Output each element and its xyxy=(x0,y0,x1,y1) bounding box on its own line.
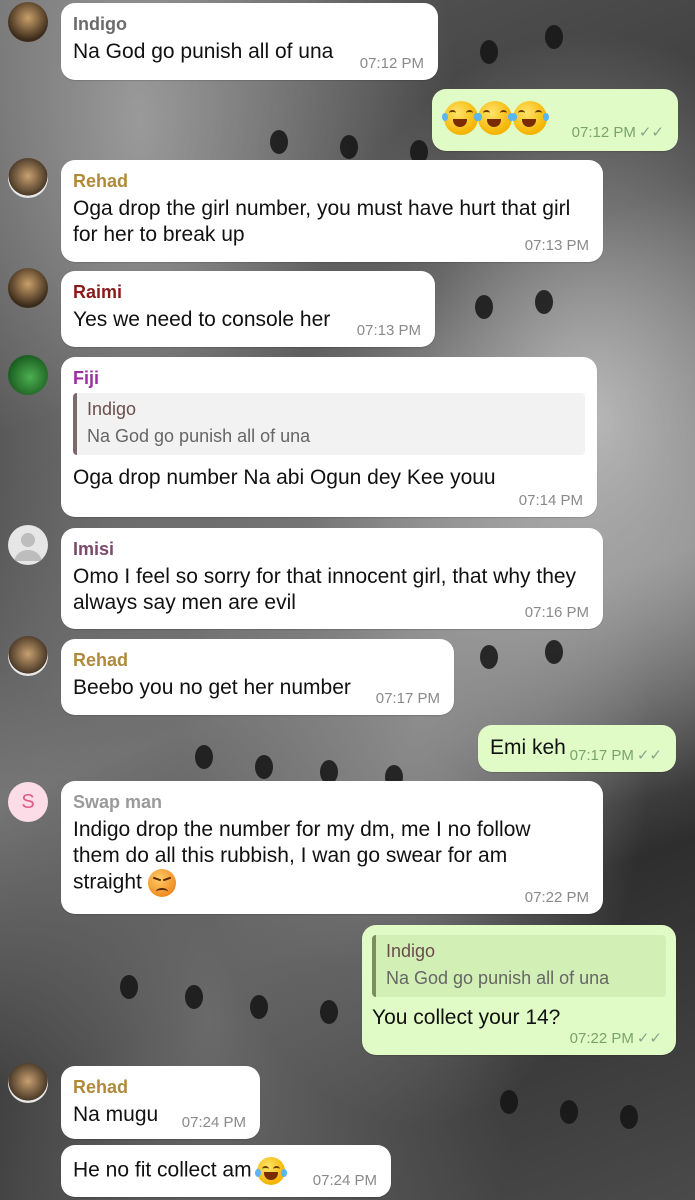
sender-name: Indigo xyxy=(73,14,127,34)
message-time: 07:22 PM xyxy=(524,889,589,906)
laughing-emoji-icon xyxy=(510,101,549,135)
sender-name: Rehad xyxy=(73,1077,129,1097)
sender-name: Swap man xyxy=(73,792,163,812)
message-text: Indigo drop the number for my dm, me I n… xyxy=(73,817,573,897)
quoted-message[interactable]: Indigo Na God go punish all of una xyxy=(73,393,585,455)
default-avatar-icon xyxy=(14,533,42,561)
read-ticks-icon: ✓✓ xyxy=(636,1030,662,1047)
avatar[interactable] xyxy=(8,158,48,198)
message-text: You collect your 14? xyxy=(372,1006,561,1029)
message-text: Oga drop the girl number, you must have … xyxy=(73,197,571,246)
message-text: Emi keh xyxy=(490,736,566,759)
avatar-letter: S xyxy=(21,790,35,813)
avatar[interactable] xyxy=(8,525,48,565)
avatar[interactable] xyxy=(8,355,48,395)
quoted-text: Na God go punish all of una xyxy=(386,968,610,988)
avatar[interactable] xyxy=(8,1063,48,1103)
sender-name: Imisi xyxy=(73,539,115,559)
message-time: 07:22 PM ✓✓ xyxy=(569,1030,662,1047)
quoted-sender: Indigo xyxy=(87,399,137,419)
angry-emoji-icon xyxy=(147,869,176,897)
message-time: 07:24 PM xyxy=(181,1114,246,1131)
sender-name: Rehad xyxy=(73,650,129,670)
message-time: 07:13 PM xyxy=(524,237,589,254)
read-ticks-icon: ✓✓ xyxy=(636,747,662,764)
quoted-message[interactable]: Indigo Na God go punish all of una xyxy=(372,935,666,997)
sender-name: Raimi xyxy=(73,282,123,302)
message-time: 07:17 PM xyxy=(375,690,440,707)
message-time: 07:24 PM xyxy=(312,1172,377,1189)
laughing-emoji-icon xyxy=(255,1157,288,1185)
message-time: 07:16 PM xyxy=(524,604,589,621)
avatar[interactable] xyxy=(8,636,48,676)
message-time: 07:13 PM xyxy=(356,322,421,339)
message-time: 07:17 PM ✓✓ xyxy=(569,747,662,764)
message-time: 07:12 PM xyxy=(359,55,424,72)
avatar[interactable] xyxy=(8,2,48,42)
sender-name: Rehad xyxy=(73,171,129,191)
laughing-emoji-icon xyxy=(442,101,480,135)
message-text: Omo I feel so sorry for that innocent gi… xyxy=(73,565,577,614)
message-time: 07:14 PM xyxy=(518,492,583,509)
sender-name: Fiji xyxy=(73,368,99,388)
read-ticks-icon: ✓✓ xyxy=(638,124,664,141)
message-time: 07:12 PM ✓✓ xyxy=(571,124,664,141)
message-text: Oga drop number Na abi Ogun dey Kee youu xyxy=(73,466,496,489)
quoted-text: Na God go punish all of una xyxy=(87,426,311,446)
avatar[interactable]: S xyxy=(8,782,48,822)
quoted-sender: Indigo xyxy=(386,941,436,961)
avatar[interactable] xyxy=(8,268,48,308)
laughing-emoji-icon xyxy=(476,101,515,135)
